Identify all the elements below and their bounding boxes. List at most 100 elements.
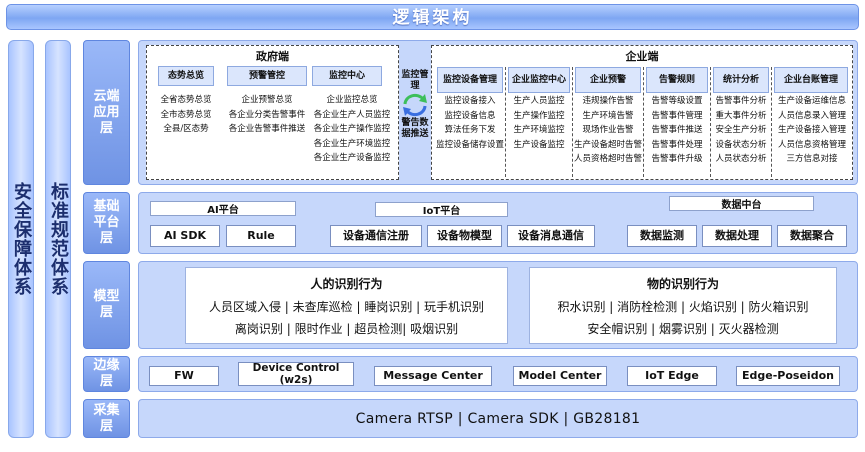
ent-item: 重大事件分析 — [715, 110, 767, 121]
ent-item: 三方信息对接 — [786, 154, 838, 164]
gov-item: 各企业生产环境监控 — [313, 138, 391, 149]
ent-col-header-4[interactable]: 统计分析 — [713, 67, 769, 93]
ent-col-2: 违规操作告警 生产环境告警 现场作业告警 生产设备超时告警 人员资格超时告警 — [573, 94, 643, 167]
collect-layer: Camera RTSP | Camera SDK | GB28181 — [138, 399, 858, 438]
object-recognition-title: 物的识别行为 — [646, 277, 719, 291]
ent-item: 告警等级设置 — [651, 96, 703, 106]
ent-item: 人员状态分析 — [715, 154, 767, 164]
data-aggregate-button[interactable]: 数据聚合 — [777, 225, 847, 247]
sync-connector: 监控管理 警告数据推送 — [400, 70, 430, 170]
device-message-button[interactable]: 设备消息通信 — [507, 225, 595, 247]
gov-item: 企业预警总览 — [241, 95, 293, 105]
gov-item: 各企业生产设备监控 — [313, 153, 391, 163]
ent-item: 监控设备储存设置 — [435, 139, 504, 150]
layer-label-model: 模型层 — [83, 261, 130, 349]
ent-col-1: 生产人员监控 生产操作监控 生产环境监控 生产设备监控 — [506, 94, 572, 152]
person-recognition-title: 人的识别行为 — [310, 277, 383, 291]
layer-label-collect: 采集层 — [83, 399, 130, 438]
ent-item: 算法任务下发 — [444, 125, 496, 135]
ent-item: 人员信息录入管理 — [777, 110, 846, 121]
ent-item: 告警事件分析 — [715, 96, 767, 106]
edge-fw-button[interactable]: FW — [149, 366, 219, 386]
ent-col-header-0[interactable]: 监控设备管理 — [437, 67, 503, 93]
ent-item: 违规操作告警 — [582, 96, 634, 106]
ai-platform-title: AI平台 — [150, 201, 296, 216]
device-register-button[interactable]: 设备通信注册 — [330, 225, 422, 247]
ent-item: 人员资格超时告警 — [573, 154, 642, 164]
edge-model-center-button[interactable]: Model Center — [513, 366, 607, 386]
object-recognition-line1: 积水识别 | 消防栓检测 | 火焰识别 | 防火箱识别 — [557, 300, 809, 314]
sync-arrows-icon — [403, 93, 427, 117]
ent-col-5: 生产设备运维信息 人员信息录入管理 生产设备接入管理 人员信息资格管理 三方信息… — [772, 94, 852, 167]
ent-item: 安全生产分析 — [715, 125, 767, 135]
gov-col-1: 企业预警总览 各企业分类告警事件 各企业告警事件推送 — [219, 93, 315, 137]
gov-title: 政府端 — [256, 50, 289, 63]
gov-item: 全县/区态势 — [163, 124, 209, 134]
gov-panel: 政府端 态势总览 预警管控 监控中心 全省态势总览 全市态势总览 全县/区态势 … — [146, 45, 399, 180]
ent-col-4: 告警事件分析 重大事件分析 安全生产分析 设备状态分析 人员状态分析 — [711, 94, 771, 167]
data-process-button[interactable]: 数据处理 — [702, 225, 772, 247]
gov-item: 企业监控总览 — [326, 95, 378, 105]
ent-col-header-3[interactable]: 告警规则 — [646, 67, 708, 93]
ent-item: 生产设备运维信息 — [777, 96, 846, 106]
security-pillar-label: 安全保障体系 — [11, 182, 32, 296]
ent-item: 告警事件推送 — [651, 125, 703, 135]
layer-label-edge: 边缘层 — [83, 356, 130, 392]
standards-pillar-label: 标准规范体系 — [48, 182, 69, 296]
gov-col-header-0[interactable]: 态势总览 — [158, 66, 214, 86]
standards-pillar: 标准规范体系 — [45, 40, 71, 438]
edge-message-center-button[interactable]: Message Center — [374, 366, 492, 386]
gov-item: 各企业生产操作监控 — [313, 124, 391, 134]
object-recognition-line2: 安全帽识别 | 烟雾识别 | 灭火器检测 — [587, 322, 779, 336]
gov-item: 全市态势总览 — [160, 109, 212, 120]
security-pillar: 安全保障体系 — [8, 40, 34, 438]
edge-device-control-button[interactable]: Device Control (w2s) — [238, 362, 354, 386]
ent-title: 企业端 — [625, 50, 659, 63]
monitor-manage-label: 监控管理 — [401, 70, 429, 91]
ent-col-header-2[interactable]: 企业预警 — [575, 67, 641, 93]
ent-item: 监控设备信息 — [444, 110, 496, 121]
ent-item: 生产环境告警 — [582, 110, 634, 121]
ent-item: 告警事件升级 — [651, 154, 703, 164]
gov-col-2: 企业监控总览 各企业生产人员监控 各企业生产操作监控 各企业生产环境监控 各企业… — [307, 93, 397, 166]
ent-item: 生产人员监控 — [513, 96, 565, 106]
device-model-button[interactable]: 设备物模型 — [427, 225, 502, 247]
ent-item: 人员信息资格管理 — [777, 139, 846, 150]
ent-item: 监控设备接入 — [444, 96, 496, 106]
page-title: 逻辑架构 — [6, 4, 859, 30]
edge-iot-button[interactable]: IoT Edge — [627, 366, 717, 386]
ent-item: 现场作业告警 — [582, 125, 634, 135]
object-recognition-panel: 物的识别行为 积水识别 | 消防栓检测 | 火焰识别 | 防火箱识别 安全帽识别… — [529, 267, 837, 344]
gov-item: 各企业分类告警事件 — [228, 109, 306, 120]
ent-item: 生产环境监控 — [513, 125, 565, 135]
gov-col-header-2[interactable]: 监控中心 — [312, 66, 382, 86]
person-recognition-line2: 离岗识别 | 限时作业 | 超员检测| 吸烟识别 — [234, 322, 459, 336]
ent-col-3: 告警等级设置 告警事件管理 告警事件推送 告警事件处理 告警事件升级 — [644, 94, 710, 167]
ai-sdk-button[interactable]: AI SDK — [150, 225, 220, 247]
edge-poseidon-button[interactable]: Edge-Poseidon — [736, 366, 840, 386]
person-recognition-panel: 人的识别行为 人员区域入侵 | 未查库巡检 | 睡岗识别 | 玩手机识别 离岗识… — [185, 267, 508, 344]
gov-item: 各企业告警事件推送 — [228, 124, 306, 134]
rule-button[interactable]: Rule — [226, 225, 296, 247]
gov-item: 全省态势总览 — [160, 95, 212, 105]
gov-col-header-1[interactable]: 预警管控 — [227, 66, 307, 86]
data-monitor-button[interactable]: 数据监测 — [627, 225, 697, 247]
data-platform-title: 数据中台 — [669, 196, 814, 211]
gov-item: 各企业生产人员监控 — [313, 109, 391, 120]
layer-label-platform: 基础平台层 — [83, 192, 130, 254]
ent-item: 生产设备超时告警 — [573, 139, 642, 150]
layer-label-app: 云端应用层 — [83, 40, 130, 185]
ent-col-header-1[interactable]: 企业监控中心 — [508, 67, 570, 93]
ent-item: 设备状态分析 — [715, 139, 767, 150]
gov-col-0: 全省态势总览 全市态势总览 全县/区态势 — [151, 93, 221, 137]
alert-push-label: 警告数据推送 — [401, 118, 429, 139]
person-recognition-line1: 人员区域入侵 | 未查库巡检 | 睡岗识别 | 玩手机识别 — [208, 300, 485, 314]
ent-item: 告警事件管理 — [651, 110, 703, 121]
ent-col-header-5[interactable]: 企业台账管理 — [774, 67, 848, 93]
ent-item: 告警事件处理 — [651, 139, 703, 150]
iot-platform-title: IoT平台 — [375, 202, 508, 217]
ent-col-0: 监控设备接入 监控设备信息 算法任务下发 监控设备储存设置 — [433, 94, 507, 152]
ent-item: 生产操作监控 — [513, 110, 565, 121]
ent-item: 生产设备监控 — [513, 139, 565, 150]
ent-item: 生产设备接入管理 — [777, 125, 846, 135]
